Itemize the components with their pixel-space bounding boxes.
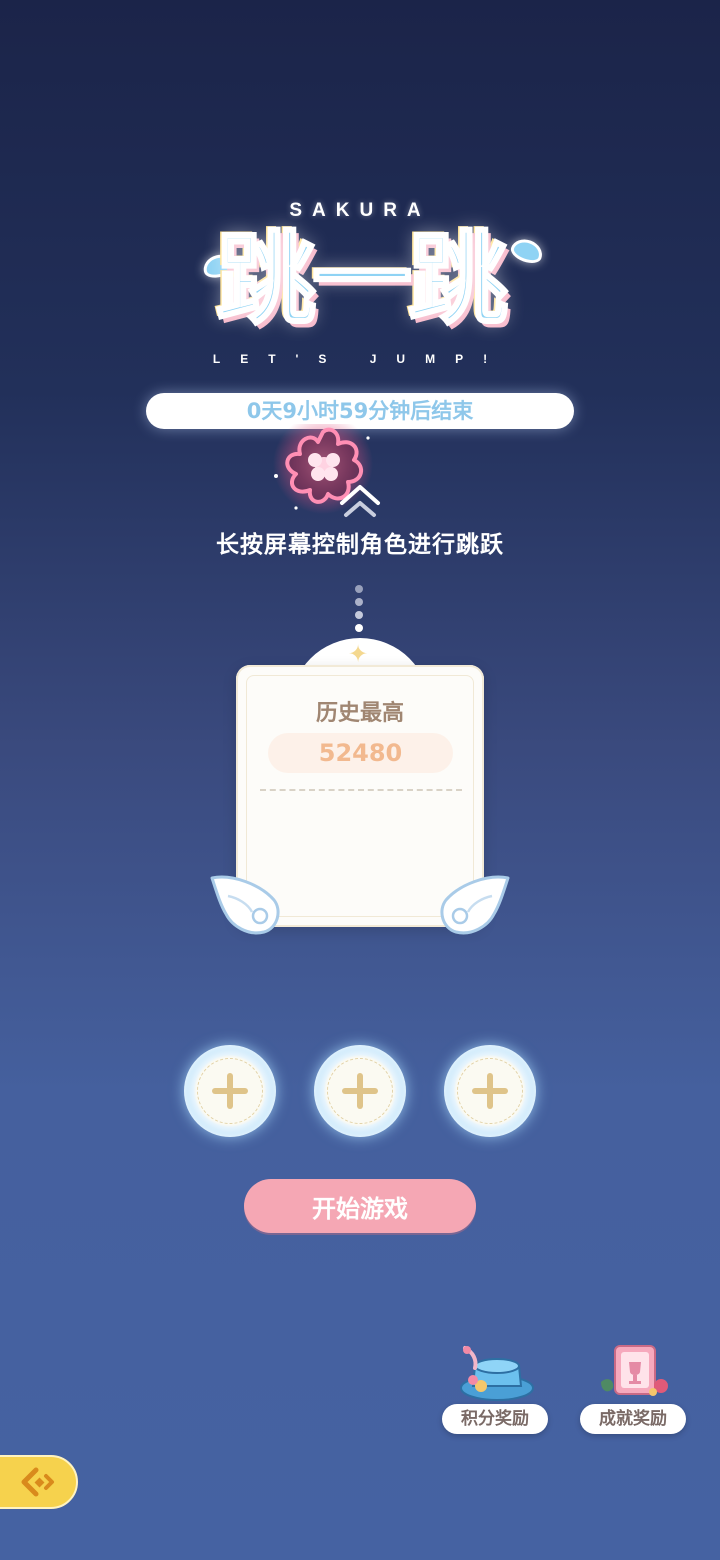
start-game-button[interactable]: 开始游戏 — [244, 1179, 476, 1233]
back-button[interactable] — [0, 1455, 78, 1509]
logo-sakura-text: SAKURA — [289, 200, 431, 221]
best-score-label: 历史最高 — [315, 701, 404, 726]
item-slot-1[interactable] — [184, 1045, 276, 1137]
plus-icon-vertical — [357, 1073, 363, 1109]
sparkle-star-icon: ✦ — [347, 640, 369, 668]
connector-dot — [355, 624, 363, 632]
best-score-value: 52480 — [268, 733, 453, 773]
dashed-divider — [260, 789, 462, 791]
item-slot-2[interactable] — [314, 1045, 406, 1137]
game-title: 跳一跳 — [215, 220, 510, 340]
plus-icon-vertical — [227, 1073, 233, 1109]
connector-dot — [355, 585, 363, 593]
trophy-book-icon — [591, 1342, 675, 1406]
connector-dot — [355, 611, 363, 619]
logo-subtitle: LET'S JUMP! — [212, 352, 508, 366]
connector-dot — [355, 598, 363, 606]
instruction-hint: 长按屏幕控制角色进行跳跃 — [216, 532, 504, 558]
achievement-reward-label: 成就奖励 — [580, 1404, 686, 1434]
hat-icon — [453, 1342, 537, 1406]
achievement-reward-button[interactable]: 成就奖励 — [580, 1342, 686, 1434]
left-wing-icon — [208, 870, 284, 936]
chevron-up-icon — [338, 481, 382, 519]
points-reward-label: 积分奖励 — [442, 1404, 548, 1434]
back-arrow-icon — [20, 1466, 56, 1498]
item-slot-3[interactable] — [444, 1045, 536, 1137]
right-wing-icon — [436, 870, 512, 936]
plus-icon-vertical — [487, 1073, 493, 1109]
points-reward-button[interactable]: 积分奖励 — [442, 1342, 548, 1434]
